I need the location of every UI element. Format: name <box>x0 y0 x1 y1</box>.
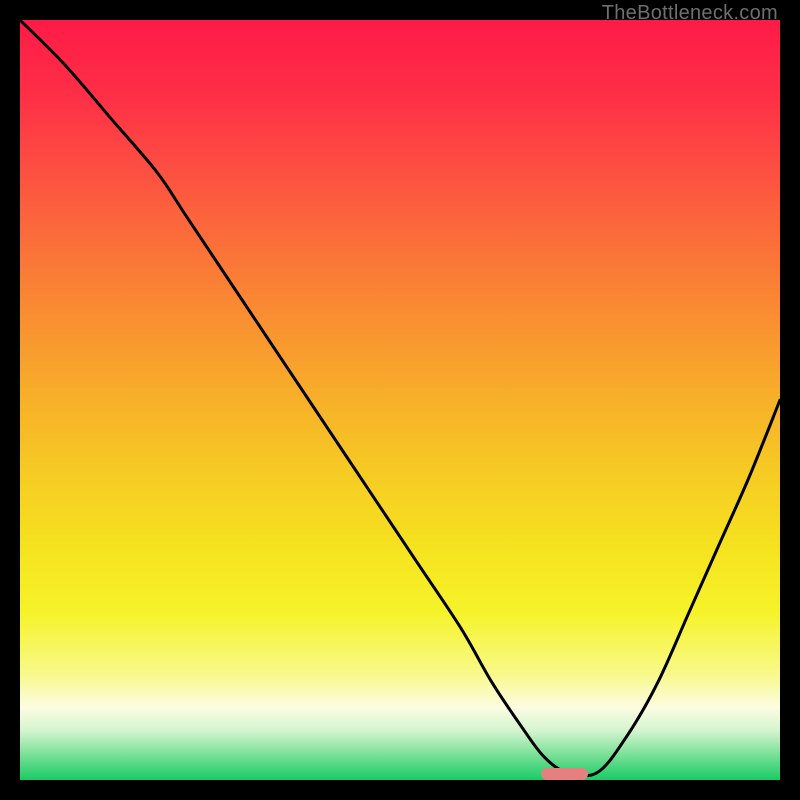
watermark-text: TheBottleneck.com <box>602 2 778 25</box>
plot-area <box>20 20 780 780</box>
chart-frame: TheBottleneck.com <box>0 0 800 800</box>
bottleneck-curve <box>20 20 780 780</box>
sweet-spot-marker <box>541 768 588 780</box>
